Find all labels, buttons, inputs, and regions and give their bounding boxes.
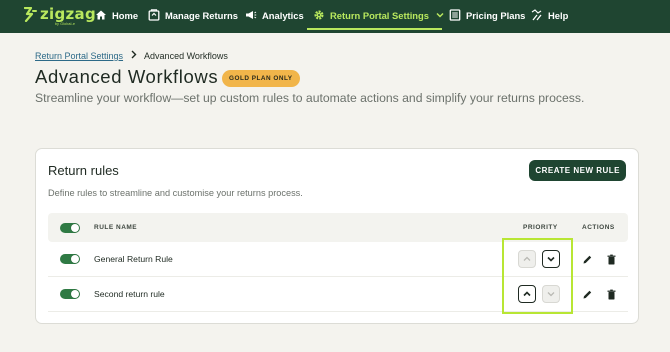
nav-item-pricing-plans[interactable]: Pricing Plans (449, 0, 525, 30)
edit-rule-button[interactable] (581, 253, 593, 265)
nav-item-home[interactable]: Home (95, 0, 138, 30)
list-icon (449, 9, 461, 21)
page-title: Advanced Workflows (35, 66, 219, 87)
edit-rule-button[interactable] (581, 288, 593, 300)
rule-name: General Return Rule (94, 254, 173, 264)
logo-wordmark: zigzag (40, 5, 96, 23)
nav-item-analytics[interactable]: Analytics (245, 0, 304, 30)
breadcrumb: Return Portal Settings Advanced Workflow… (35, 50, 228, 62)
nav-item-label: Home (112, 9, 139, 21)
nav-item-help[interactable]: Help (531, 0, 568, 30)
delete-rule-button[interactable] (605, 253, 617, 265)
toggle-all-switch[interactable] (60, 223, 80, 233)
nav-item-label: Pricing Plans (466, 9, 526, 21)
rule-enabled-toggle[interactable] (60, 254, 80, 264)
zigzag-logo[interactable]: zigzag by Global-e (23, 5, 96, 26)
nav-item-label: Help (548, 9, 569, 21)
nav-item-label: Analytics (262, 9, 304, 21)
delete-rule-button[interactable] (605, 288, 617, 300)
pencil-icon (583, 255, 591, 263)
trash-icon (607, 289, 615, 299)
column-header-actions: ACTIONS (582, 224, 615, 231)
rule-enabled-toggle[interactable] (60, 289, 80, 299)
gear-icon (313, 9, 325, 21)
trash-icon (607, 254, 615, 264)
rule-name: Second return rule (94, 289, 165, 299)
card-description: Define rules to streamline and customise… (48, 188, 303, 198)
pencil-icon (583, 290, 591, 298)
card-title: Return rules (48, 163, 119, 178)
priority-highlight-box (502, 238, 573, 314)
logo-subtext: by Global-e (55, 22, 76, 26)
nav-item-label: Return Portal Settings (330, 9, 429, 21)
home-icon (95, 9, 107, 21)
returns-icon (148, 9, 160, 21)
create-new-rule-button[interactable]: CREATE NEW RULE (529, 160, 626, 181)
megaphone-icon (245, 9, 257, 21)
breadcrumb-parent-link[interactable]: Return Portal Settings (35, 51, 123, 61)
top-nav: zigzag by Global-e Home Manage Returns A… (0, 0, 670, 33)
zigzag-logo-icon (23, 6, 37, 23)
help-icon (531, 9, 543, 21)
plan-badge: GOLD PLAN ONLY (222, 70, 300, 87)
column-header-rule-name: RULE NAME (94, 224, 138, 231)
nav-item-return-portal-settings[interactable]: Return Portal Settings (313, 0, 446, 30)
chevron-right-icon (130, 50, 137, 62)
nav-item-manage-returns[interactable]: Manage Returns (148, 0, 238, 30)
breadcrumb-current: Advanced Workflows (144, 51, 228, 61)
chevron-down-icon (434, 9, 446, 21)
nav-item-label: Manage Returns (165, 9, 238, 21)
page-subtitle: Streamline your workflow—set up custom r… (35, 91, 585, 105)
active-tab-indicator (307, 28, 442, 30)
